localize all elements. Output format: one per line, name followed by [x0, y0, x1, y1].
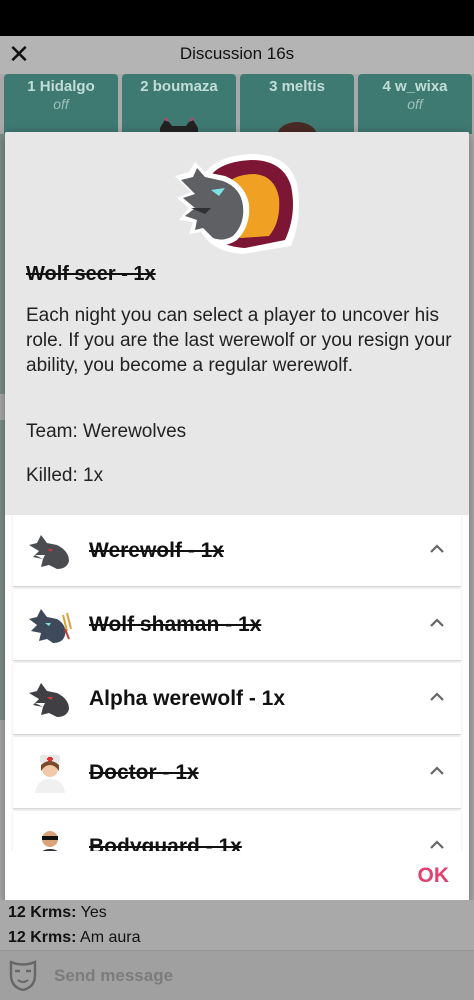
role-item-label: Wolf shaman - 1x	[89, 613, 262, 636]
top-bar: ✕ Discussion 16s	[0, 36, 474, 74]
role-item-label: Doctor - 1x	[89, 761, 199, 784]
chat-log: 12 Krms: Yes 12 Krms: Am aura	[0, 900, 474, 950]
chat-text: Am aura	[76, 929, 141, 946]
role-item-label: Alpha werewolf - 1x	[89, 687, 286, 710]
role-description: Each night you can select a player to un…	[26, 305, 452, 376]
player-tile-1[interactable]: 1 Hidalgo off	[4, 74, 118, 134]
wolf-seer-icon	[175, 154, 299, 254]
chat-author: 12 Krms:	[8, 904, 77, 921]
role-item-werewolf[interactable]: Werewolf - 1x	[13, 515, 461, 587]
role-item-bodyguard[interactable]: Bodyguard - 1x	[13, 811, 461, 851]
role-item-doctor[interactable]: Doctor - 1x	[13, 737, 461, 809]
chat-message: 12 Krms: Am aura	[8, 929, 141, 947]
doctor-icon	[35, 755, 65, 793]
role-item-label: Werewolf - 1x	[89, 539, 224, 562]
player-name: 2 boumaza	[140, 78, 218, 95]
player-name: 1 Hidalgo	[27, 78, 95, 95]
player-status: off	[53, 96, 69, 112]
chevron-up-icon[interactable]	[427, 687, 447, 707]
page-title: Discussion 16s	[179, 44, 295, 63]
dialog-footer: OK	[5, 851, 469, 904]
werewolf-icon	[29, 535, 69, 569]
player-avatar-icon	[277, 122, 317, 134]
player-row: 1 Hidalgo off 2 boumaza 3 meltis 4 w_wix…	[0, 74, 474, 134]
chat-author: 12 Krms:	[8, 929, 77, 946]
ok-button[interactable]: OK	[418, 864, 450, 888]
player-tile-2[interactable]: 2 boumaza	[122, 74, 236, 134]
message-input[interactable]	[54, 963, 434, 989]
chevron-up-icon[interactable]	[427, 613, 447, 633]
mask-icon[interactable]	[8, 959, 38, 991]
role-item-alpha-werewolf[interactable]: Alpha werewolf - 1x	[13, 663, 461, 735]
status-bar	[0, 0, 474, 36]
message-bar	[0, 950, 474, 1000]
player-avatar-icon	[160, 117, 198, 134]
player-tile-3[interactable]: 3 meltis	[240, 74, 354, 134]
alpha-werewolf-icon	[29, 683, 69, 717]
player-status: off	[407, 96, 423, 112]
chevron-up-icon[interactable]	[427, 539, 447, 559]
player-name: 3 meltis	[269, 78, 325, 95]
role-item-wolf-shaman[interactable]: Wolf shaman - 1x	[13, 589, 461, 661]
bodyguard-icon	[42, 831, 58, 851]
player-name: 4 w_wixa	[382, 78, 448, 95]
player-tile-4[interactable]: 4 w_wixa off	[358, 74, 472, 134]
role-killed-count: Killed: 1x	[26, 465, 104, 486]
role-detail-panel: Wolf seer - 1x Each night you can select…	[5, 132, 469, 515]
roles-list[interactable]: Werewolf - 1x Wolf shaman - 1x Alpha wer…	[5, 515, 469, 851]
role-team: Team: Werewolves	[26, 421, 187, 442]
role-dialog: Wolf seer - 1x Each night you can select…	[5, 132, 469, 904]
chevron-up-icon[interactable]	[427, 835, 447, 851]
chat-text: Yes	[76, 904, 107, 921]
wolf-shaman-icon	[29, 609, 72, 643]
role-item-label: Bodyguard - 1x	[89, 835, 242, 851]
role-title: Wolf seer - 1x	[26, 263, 156, 285]
chat-message: 12 Krms: Yes	[8, 904, 107, 922]
chevron-up-icon[interactable]	[427, 761, 447, 781]
